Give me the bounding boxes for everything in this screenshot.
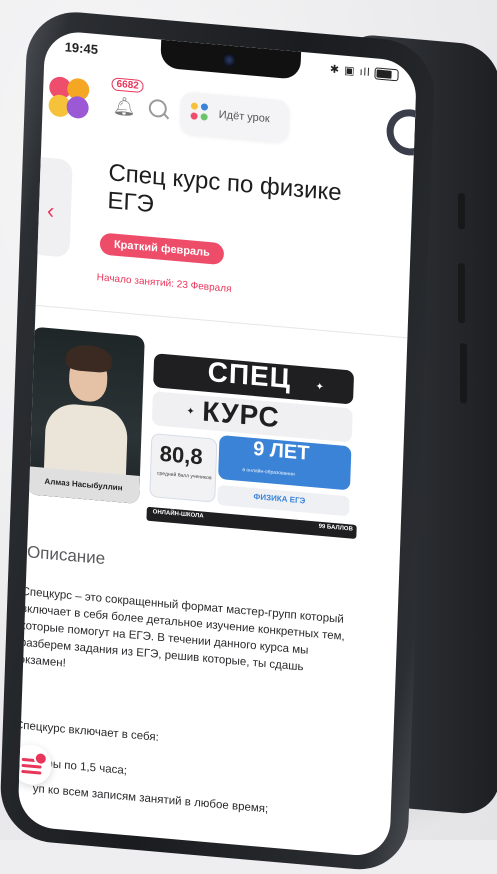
teacher-hair bbox=[65, 343, 113, 374]
menu-icon bbox=[21, 769, 42, 775]
includes-heading: Спецкурс включает в себя: bbox=[17, 719, 159, 744]
description-heading: Описание bbox=[26, 542, 106, 569]
search-icon[interactable] bbox=[148, 98, 168, 119]
status-icons: ✱ ▣ ıll bbox=[329, 62, 399, 82]
sparkle-icon: ✦ bbox=[315, 381, 325, 394]
chevron-left-icon: ‹ bbox=[46, 197, 55, 224]
notification-dot bbox=[33, 750, 49, 767]
rear-phone-button bbox=[458, 192, 465, 230]
score-label: средний балл учеников bbox=[156, 470, 212, 482]
avatar[interactable] bbox=[385, 107, 418, 158]
status-time: 19:45 bbox=[64, 39, 99, 58]
phone-screen: 19:45 ✱ ▣ ıll 6682 🔔︎ Идёт урок ‹ Спец к… bbox=[17, 29, 418, 859]
notification-badge: 6682 bbox=[111, 77, 145, 94]
course-banner: Алмаз Насыбуллин СПЕЦ ✦ ✦ КУРС 80,8 сред… bbox=[26, 326, 408, 547]
score-stat: 80,8 средний балл учеников bbox=[149, 433, 218, 503]
logo[interactable] bbox=[48, 75, 94, 124]
rear-phone-button bbox=[460, 343, 467, 404]
lesson-dots-icon bbox=[181, 91, 289, 121]
battery-icon bbox=[374, 67, 399, 82]
lesson-status-label: Идёт урок bbox=[218, 108, 270, 126]
teacher-photo: Алмаз Насыбуллин bbox=[27, 326, 145, 504]
signal-icon: ✱ ▣ ıll bbox=[329, 63, 371, 79]
bell-icon[interactable]: 🔔︎ bbox=[112, 95, 136, 118]
list-item: уп ко всем записям занятий в любое время… bbox=[32, 782, 269, 816]
menu-button[interactable] bbox=[17, 743, 53, 787]
start-date: Начало занятий: 23 Февраля bbox=[96, 272, 232, 295]
banner-kurs-text: КУРС bbox=[201, 395, 281, 434]
sparkle-icon: ✦ bbox=[186, 406, 195, 418]
page-title: Спец курс по физике ЕГЭ bbox=[107, 159, 343, 219]
lesson-status-button[interactable]: Идёт урок bbox=[179, 91, 290, 143]
rear-phone-button bbox=[458, 262, 465, 324]
description-text: Спецкурс – это сокращенный формат мастер… bbox=[19, 585, 345, 674]
score-value: 80,8 bbox=[159, 440, 204, 470]
years-value: 9 ЛЕТ bbox=[252, 437, 310, 465]
phone: 19:45 ✱ ▣ ıll 6682 🔔︎ Идёт урок ‹ Спец к… bbox=[0, 8, 436, 874]
course-tag[interactable]: Краткий февраль bbox=[99, 232, 225, 266]
course-header: ‹ Спец курс по физике ЕГЭ Краткий феврал… bbox=[23, 139, 413, 321]
logo-dot bbox=[66, 95, 90, 120]
